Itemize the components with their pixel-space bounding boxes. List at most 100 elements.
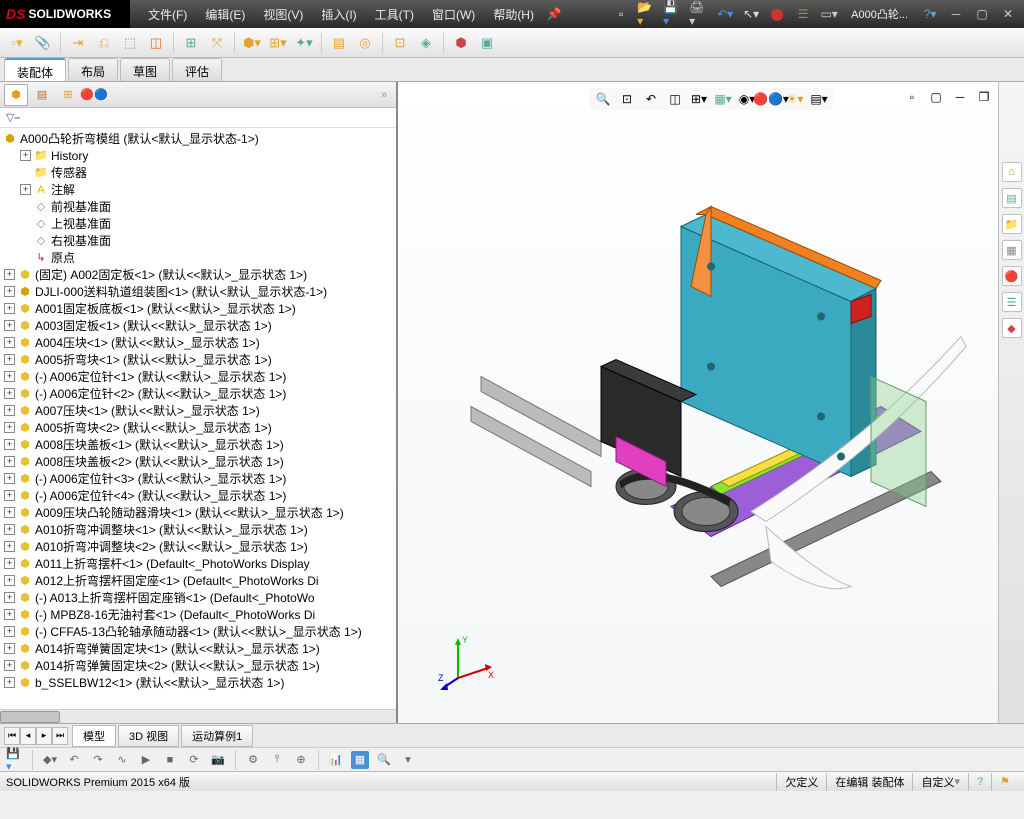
expander-icon[interactable]: +: [4, 677, 15, 688]
tb-new-icon[interactable]: ▫▾: [6, 32, 28, 54]
tb-misc3-icon[interactable]: ▣: [476, 32, 498, 54]
tree-item[interactable]: +⬢A009压块凸轮随动器滑块<1> (默认<<默认>_显示状态 1>): [0, 504, 396, 521]
expander-icon[interactable]: +: [4, 286, 15, 297]
tree-item[interactable]: +⬢A005折弯块<2> (默认<<默认>_显示状态 1>): [0, 419, 396, 436]
tree-item[interactable]: +⬢(-) A006定位针<4> (默认<<默认>_显示状态 1>): [0, 487, 396, 504]
tb-attach-icon[interactable]: 📎: [32, 32, 54, 54]
rp-explorer-icon[interactable]: 📁: [1002, 214, 1022, 234]
tb-hide-icon[interactable]: ◎: [354, 32, 376, 54]
panel-collapse-icon[interactable]: »: [372, 84, 396, 106]
tb-misc1-icon[interactable]: ◈: [415, 32, 437, 54]
tab-prev-icon[interactable]: ◂: [20, 727, 36, 745]
mb-play-icon[interactable]: ▶: [137, 751, 155, 769]
tab-evaluate[interactable]: 评估: [172, 58, 222, 81]
tb-explode-icon[interactable]: ⇥: [67, 32, 89, 54]
menu-pin-icon[interactable]: 📌: [544, 4, 564, 24]
tb-exploded-icon[interactable]: ⊡: [389, 32, 411, 54]
expander-icon[interactable]: +: [4, 473, 15, 484]
tree-item[interactable]: +⬢A010折弯冲调整块<1> (默认<<默认>_显示状态 1>): [0, 521, 396, 538]
rp-appearance-icon[interactable]: 🔴: [1002, 266, 1022, 286]
feature-tree[interactable]: ⬢ A000凸轮折弯模组 (默认<默认_显示状态-1>) +📁History📁传…: [0, 128, 396, 709]
tree-item[interactable]: +⬢A008压块盖板<2> (默认<<默认>_显示状态 1>): [0, 453, 396, 470]
expander-icon[interactable]: +: [4, 592, 15, 603]
tree-item[interactable]: +⬢A005折弯块<1> (默认<<默认>_显示状态 1>): [0, 351, 396, 368]
tree-item[interactable]: ◇右视基准面: [0, 232, 396, 249]
mb-cam-icon[interactable]: 📷: [209, 751, 227, 769]
expander-icon[interactable]: +: [4, 558, 15, 569]
btab-motion[interactable]: 运动算例1: [181, 725, 253, 747]
menu-help[interactable]: 帮助(H): [485, 3, 542, 26]
tree-item[interactable]: +⬢A011上折弯摆杆<1> (Default<_PhotoWorks Disp…: [0, 555, 396, 572]
mb-zoom-icon[interactable]: 🔍: [375, 751, 393, 769]
panel-tab-config[interactable]: ⊞: [56, 84, 80, 106]
mb-spring-icon[interactable]: ⫯: [268, 751, 286, 769]
tab-assembly[interactable]: 装配体: [4, 58, 66, 81]
tb-insert-icon[interactable]: ⬢▾: [241, 32, 263, 54]
expander-icon[interactable]: +: [4, 320, 15, 331]
window-icon[interactable]: ▭▾: [819, 4, 839, 24]
tree-item[interactable]: +⬢A001固定板底板<1> (默认<<默认>_显示状态 1>): [0, 300, 396, 317]
expander-icon[interactable]: +: [4, 507, 15, 518]
expander-icon[interactable]: +: [4, 626, 15, 637]
new-icon[interactable]: ▫: [611, 4, 631, 24]
hscroll-thumb[interactable]: [0, 711, 60, 723]
scene-icon[interactable]: ☀▾: [785, 90, 805, 108]
expander-icon[interactable]: +: [4, 456, 15, 467]
tb-smart-icon[interactable]: ✦▾: [293, 32, 315, 54]
tb-pattern-icon[interactable]: ⊞▾: [267, 32, 289, 54]
tree-item[interactable]: +⬢A014折弯弹簧固定块<2> (默认<<默认>_显示状态 1>): [0, 657, 396, 674]
status-custom[interactable]: 自定义 ▾: [912, 773, 968, 791]
panel-tab-property[interactable]: ▤: [30, 84, 54, 106]
expander-icon[interactable]: +: [4, 524, 15, 535]
expander-icon[interactable]: +: [4, 609, 15, 620]
tb-bom-icon[interactable]: ▤: [328, 32, 350, 54]
coordinate-triad[interactable]: Y X Z: [438, 633, 498, 693]
close-icon[interactable]: ✕: [998, 4, 1018, 24]
rp-view-palette-icon[interactable]: ▦: [1002, 240, 1022, 260]
rp-library-icon[interactable]: ▤: [1002, 188, 1022, 208]
mb-contact-icon[interactable]: ⊕: [292, 751, 310, 769]
tree-item[interactable]: +⬢(-) A006定位针<1> (默认<<默认>_显示状态 1>): [0, 368, 396, 385]
section-icon[interactable]: ◫: [665, 90, 685, 108]
tb-interference-icon[interactable]: ⬚: [119, 32, 141, 54]
status-flag-icon[interactable]: ⚑: [991, 773, 1018, 791]
graphics-viewport[interactable]: 🔍 ⊡ ↶ ◫ ⊞▾ ▦▾ ◉▾ 🔴🔵▾ ☀▾ ▤▾ ▫ ▢ ─ ❐ ✕ ⌂ ▤…: [398, 82, 1024, 723]
tb-move-icon[interactable]: ⤧: [206, 32, 228, 54]
expander-icon[interactable]: +: [4, 371, 15, 382]
tb-clearance-icon[interactable]: ◫: [145, 32, 167, 54]
filter-row[interactable]: ▽⎯: [0, 108, 396, 128]
tree-item[interactable]: ◇前视基准面: [0, 198, 396, 215]
menu-file[interactable]: 文件(F): [140, 3, 195, 26]
prev-view-icon[interactable]: ↶: [641, 90, 661, 108]
expander-icon[interactable]: +: [4, 490, 15, 501]
help-icon[interactable]: ?▾: [920, 4, 940, 24]
rp-custom-icon[interactable]: ☰: [1002, 292, 1022, 312]
tree-item[interactable]: +⬢b_SSELBW12<1> (默认<<默认>_显示状态 1>): [0, 674, 396, 691]
tree-item[interactable]: +⬢(-) CFFA5-13凸轮轴承随动器<1> (默认<<默认>_显示状态 1…: [0, 623, 396, 640]
expander-icon[interactable]: +: [4, 388, 15, 399]
expander-icon[interactable]: +: [4, 405, 15, 416]
tab-sketch[interactable]: 草图: [120, 58, 170, 81]
btab-3dviews[interactable]: 3D 视图: [118, 725, 179, 747]
print-icon[interactable]: 🖨▾: [689, 4, 709, 24]
expander-icon[interactable]: +: [4, 422, 15, 433]
panel-tab-feature-tree[interactable]: ⬢: [4, 84, 28, 106]
mb-motor-icon[interactable]: ⚙: [244, 751, 262, 769]
appearance-icon[interactable]: 🔴🔵▾: [761, 90, 781, 108]
tree-item[interactable]: +⬢A010折弯冲调整块<2> (默认<<默认>_显示状态 1>): [0, 538, 396, 555]
tree-item[interactable]: ◇上视基准面: [0, 215, 396, 232]
vp-minimize-icon[interactable]: ─: [950, 88, 970, 106]
zoom-area-icon[interactable]: ⊡: [617, 90, 637, 108]
tree-item[interactable]: +⬢(-) MPBZ8-16无油衬套<1> (Default<_PhotoWor…: [0, 606, 396, 623]
expander-icon[interactable]: +: [4, 541, 15, 552]
tree-item[interactable]: +⬢(-) A013上折弯摆杆固定座销<1> (Default<_PhotoWo: [0, 589, 396, 606]
tree-item[interactable]: +⬢A014折弯弹簧固定块<1> (默认<<默认>_显示状态 1>): [0, 640, 396, 657]
undo-icon[interactable]: ↶▾: [715, 4, 735, 24]
expander-icon[interactable]: +: [4, 643, 15, 654]
mb-layout-icon[interactable]: ▦: [351, 751, 369, 769]
menu-window[interactable]: 窗口(W): [424, 3, 483, 26]
mb-loop-icon[interactable]: ⟳: [185, 751, 203, 769]
expander-icon[interactable]: +: [4, 575, 15, 586]
tree-item[interactable]: +⬢A007压块<1> (默认<<默认>_显示状态 1>): [0, 402, 396, 419]
expander-icon[interactable]: +: [4, 439, 15, 450]
